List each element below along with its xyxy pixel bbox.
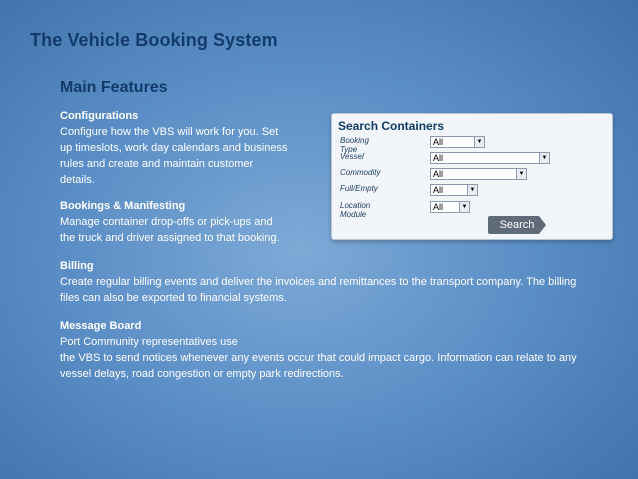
chevron-down-icon[interactable]: ▼	[459, 202, 469, 212]
billing-section: Billing Create regular billing events an…	[60, 258, 620, 306]
select-value: All	[433, 153, 444, 163]
section-line: rules and create and maintain customer	[60, 158, 254, 170]
section-line: up timeslots, work day calendars and bus…	[60, 142, 288, 154]
chevron-down-icon[interactable]: ▼	[539, 153, 549, 163]
select-value: All	[433, 202, 444, 212]
select-value: All	[433, 137, 444, 147]
section-subtitle: Main Features	[60, 79, 168, 96]
vessel-select[interactable]: All ▼	[430, 152, 550, 164]
location-module-select[interactable]: All ▼	[430, 201, 470, 213]
section-line: details.	[60, 174, 95, 186]
booking-type-select[interactable]: All ▼	[430, 136, 485, 148]
section-line: Port Community representatives use	[60, 336, 238, 348]
configurations-section: Configurations Configure how the VBS wil…	[60, 108, 295, 188]
field-label: Commodity	[340, 168, 381, 177]
select-value: All	[433, 185, 444, 195]
section-heading: Billing	[60, 260, 94, 272]
section-line: Manage container drop-offs or pick-ups a…	[60, 216, 273, 228]
section-heading: Message Board	[60, 320, 142, 332]
section-line: the truck and driver assigned to that bo…	[60, 232, 280, 244]
search-containers-panel: Search Containers Booking Type All ▼ Ves…	[331, 113, 613, 240]
search-button[interactable]: Search	[488, 216, 546, 234]
field-label: Full/Empty	[340, 184, 378, 193]
section-line: Configure how the VBS will work for you.…	[60, 126, 279, 138]
bookings-section: Bookings & Manifesting Manage container …	[60, 198, 310, 246]
panel-title: Search Containers	[338, 119, 445, 133]
section-line: Create regular billing events and delive…	[60, 276, 577, 288]
section-line: the VBS to send notices whenever any eve…	[60, 352, 577, 364]
chevron-down-icon[interactable]: ▼	[467, 185, 477, 195]
chevron-down-icon[interactable]: ▼	[516, 169, 526, 179]
section-line: files can also be exported to financial …	[60, 292, 287, 304]
slide-title: The Vehicle Booking System	[30, 30, 278, 50]
section-heading: Configurations	[60, 110, 139, 122]
field-label: Vessel	[340, 152, 364, 161]
message-board-section: Message Board Port Community representat…	[60, 318, 620, 382]
section-heading: Bookings & Manifesting	[60, 200, 186, 212]
select-value: All	[433, 169, 444, 179]
field-label: Location Module	[340, 201, 371, 219]
commodity-select[interactable]: All ▼	[430, 168, 527, 180]
chevron-down-icon[interactable]: ▼	[474, 137, 484, 147]
full-empty-select[interactable]: All ▼	[430, 184, 478, 196]
section-line: vessel delays, road congestion or empty …	[60, 368, 344, 380]
